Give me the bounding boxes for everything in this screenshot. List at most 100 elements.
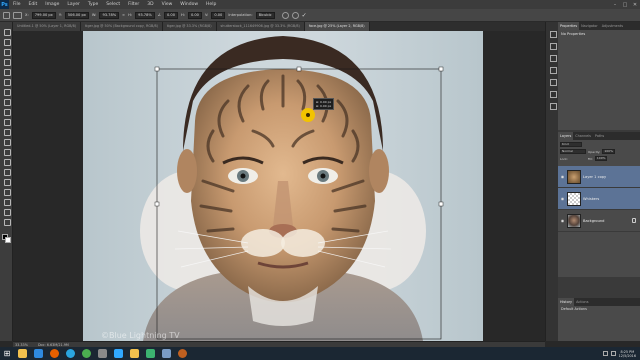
clone-stamp-tool-icon[interactable]: [3, 108, 11, 116]
history-item[interactable]: Default Actions: [558, 306, 640, 312]
eyedropper-tool-icon[interactable]: [3, 78, 11, 86]
quick-select-tool-icon[interactable]: [3, 58, 11, 66]
link-icon[interactable]: ∞: [122, 13, 125, 17]
y-field[interactable]: 506.00 px: [64, 11, 89, 19]
canvas-area[interactable]: ©Blue Lightning TV Δ: 0.00 px Δ: 0.00 px: [13, 31, 545, 341]
reference-point-icon[interactable]: [13, 11, 22, 19]
swatches-dock-icon[interactable]: [549, 54, 557, 62]
lightroom-taskbar-icon[interactable]: [158, 347, 174, 360]
kind-filter[interactable]: Kind: [560, 142, 582, 147]
explorer-taskbar-icon[interactable]: [14, 347, 30, 360]
document-image[interactable]: ©Blue Lightning TV: [83, 31, 483, 341]
menu-window[interactable]: Window: [176, 0, 202, 9]
firefox-dev-taskbar-icon[interactable]: [174, 347, 190, 360]
tab-navigator[interactable]: Navigator: [579, 22, 600, 30]
background-color-swatch[interactable]: [5, 237, 11, 243]
volume-icon[interactable]: [610, 351, 616, 356]
document-tab[interactable]: tiger.jpg @ 33.3% (RGB/8): [162, 22, 217, 31]
blend-mode-select[interactable]: Normal: [560, 149, 586, 154]
menu-select[interactable]: Select: [102, 0, 124, 9]
document-tab[interactable]: Untitled-1 @ 50% (Layer 1, RGB/8): [13, 22, 82, 31]
fill-field[interactable]: 100%: [594, 156, 608, 161]
menu-3d[interactable]: 3D: [143, 0, 157, 9]
tab-history[interactable]: History: [558, 298, 575, 306]
photoshop-taskbar-icon[interactable]: [110, 347, 126, 360]
document-tab[interactable]: face.jpg @ 25% (Layer 2, RGB/8): [304, 22, 370, 31]
x-field[interactable]: 799.00 px: [31, 11, 56, 19]
tab-layers[interactable]: Layers: [558, 132, 574, 140]
menu-file[interactable]: File: [9, 0, 25, 9]
type-tool-icon[interactable]: [3, 178, 11, 186]
menu-help[interactable]: Help: [202, 0, 220, 9]
document-tab[interactable]: tiger.jpg @ 50% (Background copy, RGB/8): [81, 22, 163, 31]
adjustments-dock-icon[interactable]: [549, 66, 557, 74]
hand-tool-icon[interactable]: [3, 208, 11, 216]
mail-taskbar-icon[interactable]: [94, 347, 110, 360]
firefox-taskbar-icon[interactable]: [46, 347, 62, 360]
close-button[interactable]: ✕: [630, 0, 640, 9]
brush-dock-icon[interactable]: [549, 90, 557, 98]
cancel-transform-icon[interactable]: [291, 11, 299, 19]
menu-image[interactable]: Image: [41, 0, 63, 9]
blur-tool-icon[interactable]: [3, 148, 11, 156]
layer-row[interactable]: ◉ Layer 1 copy: [558, 166, 640, 188]
menu-filter[interactable]: Filter: [124, 0, 143, 9]
tab-paths[interactable]: Paths: [593, 132, 606, 140]
menu-type[interactable]: Type: [84, 0, 102, 9]
zoom-tool-icon[interactable]: [3, 218, 11, 226]
brush-tool-icon[interactable]: [3, 98, 11, 106]
styles-dock-icon[interactable]: [549, 78, 557, 86]
visibility-eye-icon[interactable]: ◉: [560, 218, 565, 223]
shape-tool-icon[interactable]: [3, 198, 11, 206]
transform-tool-icon[interactable]: [3, 11, 10, 19]
height-field[interactable]: 93.78%: [135, 11, 155, 19]
chrome-taskbar-icon[interactable]: [78, 347, 94, 360]
network-icon[interactable]: [602, 351, 608, 356]
clock-date: 12/5/2016: [618, 353, 636, 358]
layer-row[interactable]: ◉ Whiskers: [558, 188, 640, 210]
visibility-eye-icon[interactable]: ◉: [560, 196, 565, 201]
width-field[interactable]: 93.78%: [99, 11, 120, 19]
menu-edit[interactable]: Edit: [25, 0, 42, 9]
pen-tool-icon[interactable]: [3, 168, 11, 176]
media-taskbar-icon[interactable]: [30, 347, 46, 360]
v-skew-field[interactable]: 0.00: [211, 11, 226, 19]
warp-icon[interactable]: [281, 11, 289, 19]
document-tab[interactable]: shutterstock_111649906.jpg @ 33.3% (RGB/…: [216, 22, 305, 31]
character-dock-icon[interactable]: [549, 102, 557, 110]
minimize-button[interactable]: –: [610, 0, 620, 9]
opacity-field[interactable]: 100%: [602, 149, 615, 154]
move-tool-icon[interactable]: [3, 28, 11, 36]
interpolation-select[interactable]: Bicubic: [255, 11, 275, 19]
dodge-tool-icon[interactable]: [3, 158, 11, 166]
marquee-tool-icon[interactable]: [3, 38, 11, 46]
skype-taskbar-icon[interactable]: [62, 347, 78, 360]
tab-actions[interactable]: Actions: [574, 298, 590, 306]
menu-view[interactable]: View: [158, 0, 177, 9]
zoom-level[interactable]: 33.33%: [15, 343, 28, 347]
layer-row[interactable]: ◉ Background: [558, 210, 640, 232]
folder-taskbar-icon[interactable]: [126, 347, 142, 360]
menu-layer[interactable]: Layer: [63, 0, 84, 9]
start-button[interactable]: ⊞: [0, 347, 14, 360]
tab-channels[interactable]: Channels: [573, 132, 593, 140]
eraser-tool-icon[interactable]: [3, 128, 11, 136]
camtasia-taskbar-icon[interactable]: [142, 347, 158, 360]
lasso-tool-icon[interactable]: [3, 48, 11, 56]
h-skew-field[interactable]: 0.00: [187, 11, 202, 19]
healing-tool-icon[interactable]: [3, 88, 11, 96]
gradient-tool-icon[interactable]: [3, 138, 11, 146]
clock[interactable]: 8:25 PM 12/5/2016: [619, 350, 636, 358]
tab-adjustments[interactable]: Adjustments: [600, 22, 625, 30]
commit-transform-icon[interactable]: ✓: [302, 12, 307, 19]
history-brush-tool-icon[interactable]: [3, 118, 11, 126]
visibility-eye-icon[interactable]: ◉: [560, 174, 565, 179]
document-tab-bar: Untitled-1 @ 50% (Layer 1, RGB/8) tiger.j…: [13, 22, 545, 31]
angle-field[interactable]: 0.00: [164, 11, 179, 19]
history-dock-icon[interactable]: [549, 30, 557, 38]
tab-properties[interactable]: Properties: [558, 22, 580, 30]
path-select-tool-icon[interactable]: [3, 188, 11, 196]
crop-tool-icon[interactable]: [3, 68, 11, 76]
color-dock-icon[interactable]: [549, 42, 557, 50]
maximize-button[interactable]: □: [620, 0, 630, 9]
